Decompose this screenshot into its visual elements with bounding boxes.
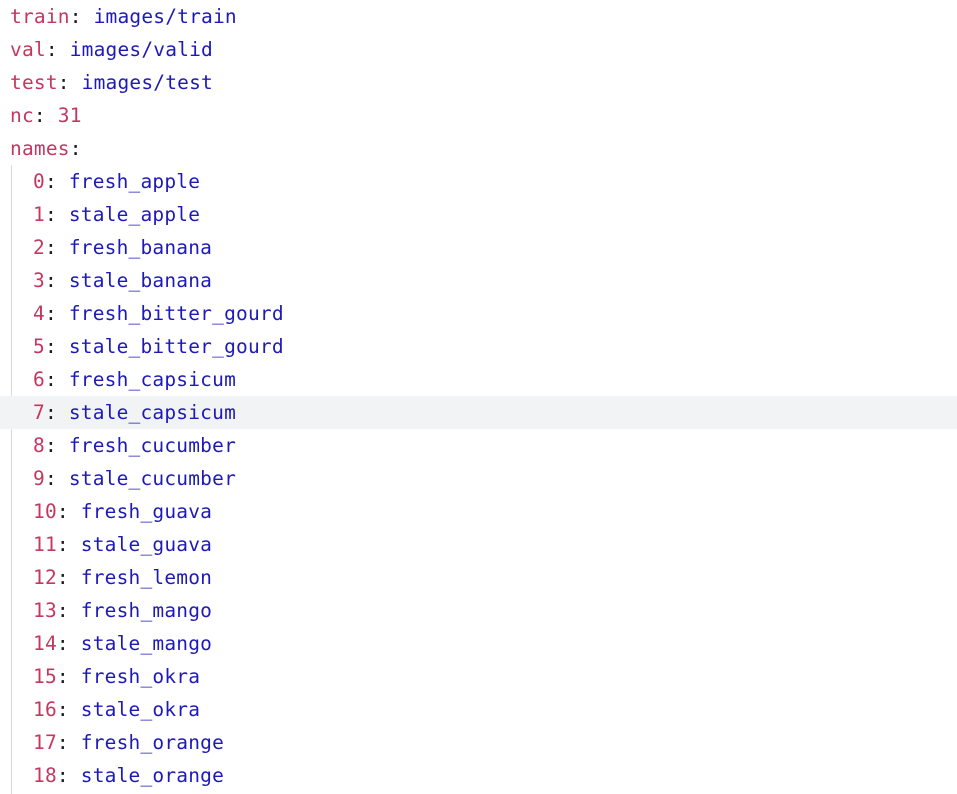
names-list-item[interactable]: 9: stale_cucumber	[0, 462, 957, 495]
names-list-item[interactable]: 13: fresh_mango	[0, 594, 957, 627]
yaml-line-train[interactable]: train: images/train	[0, 0, 957, 33]
item-name: fresh_guava	[80, 500, 213, 523]
yaml-value: images/valid	[69, 38, 213, 61]
yaml-line-names[interactable]: names:	[0, 132, 957, 165]
item-index: 16	[33, 698, 57, 721]
colon: :	[56, 533, 81, 556]
names-list-item[interactable]: 18: stale_orange	[0, 759, 957, 792]
colon: :	[56, 731, 81, 754]
item-index: 6	[33, 368, 45, 391]
names-list-item[interactable]: 6: fresh_capsicum	[0, 363, 957, 396]
item-name: fresh_okra	[80, 665, 201, 688]
colon: :	[44, 236, 69, 259]
yaml-key: train	[10, 5, 70, 28]
yaml-key: nc	[10, 104, 34, 127]
item-index: 14	[33, 632, 57, 655]
item-index: 11	[33, 533, 57, 556]
names-list-item[interactable]: 8: fresh_cucumber	[0, 429, 957, 462]
item-name: fresh_orange	[80, 731, 225, 754]
item-name: stale_bitter_gourd	[68, 335, 284, 358]
names-list-item[interactable]: 1: stale_apple	[0, 198, 957, 231]
item-name: stale_guava	[80, 533, 213, 556]
yaml-line-val[interactable]: val: images/valid	[0, 33, 957, 66]
names-list-item[interactable]: 14: stale_mango	[0, 627, 957, 660]
names-list-item[interactable]: 12: fresh_lemon	[0, 561, 957, 594]
names-list-item[interactable]: 10: fresh_guava	[0, 495, 957, 528]
colon: :	[56, 566, 81, 589]
colon: :	[44, 467, 69, 490]
colon: :	[44, 170, 69, 193]
names-list-item[interactable]: 5: stale_bitter_gourd	[0, 330, 957, 363]
colon: :	[56, 500, 81, 523]
colon: :	[44, 401, 69, 424]
colon: :	[69, 137, 82, 160]
item-index: 17	[33, 731, 57, 754]
names-list-item[interactable]: 16: stale_okra	[0, 693, 957, 726]
item-index: 1	[33, 203, 45, 226]
current-line[interactable]: 7: stale_capsicum	[0, 396, 957, 429]
item-index: 8	[33, 434, 45, 457]
colon: :	[56, 599, 81, 622]
names-list-item[interactable]: 11: stale_guava	[0, 528, 957, 561]
colon: :	[44, 335, 69, 358]
item-name: stale_capsicum	[68, 401, 237, 424]
names-list-item[interactable]: 15: fresh_okra	[0, 660, 957, 693]
item-index: 15	[33, 665, 57, 688]
item-name: fresh_cucumber	[68, 434, 237, 457]
item-name: fresh_apple	[68, 170, 201, 193]
item-name: stale_cucumber	[68, 467, 237, 490]
names-list-item[interactable]: 0: fresh_apple	[0, 165, 957, 198]
names-list-item[interactable]: 4: fresh_bitter_gourd	[0, 297, 957, 330]
yaml-value: images/train	[93, 5, 237, 28]
item-name: fresh_lemon	[80, 566, 213, 589]
colon: :	[56, 665, 81, 688]
yaml-line-test[interactable]: test: images/test	[0, 66, 957, 99]
yaml-key: names	[10, 137, 70, 160]
item-index: 5	[33, 335, 45, 358]
names-list-item[interactable]: 17: fresh_orange	[0, 726, 957, 759]
colon: :	[33, 104, 58, 127]
yaml-number-value: 31	[57, 104, 82, 127]
colon: :	[56, 698, 81, 721]
item-index: 4	[33, 302, 45, 325]
code-editor[interactable]: train: images/train val: images/valid te…	[0, 0, 957, 794]
names-list-item[interactable]: 3: stale_banana	[0, 264, 957, 297]
colon: :	[44, 368, 69, 391]
item-index: 3	[33, 269, 45, 292]
item-index: 9	[33, 467, 45, 490]
colon: :	[69, 5, 94, 28]
yaml-line-nc[interactable]: nc: 31	[0, 99, 957, 132]
yaml-key: test	[10, 71, 58, 94]
colon: :	[44, 434, 69, 457]
item-name: stale_banana	[68, 269, 213, 292]
colon: :	[44, 269, 69, 292]
colon: :	[44, 302, 69, 325]
item-index: 2	[33, 236, 45, 259]
item-name: stale_mango	[80, 632, 213, 655]
item-index: 18	[33, 764, 57, 787]
item-index: 10	[33, 500, 57, 523]
colon: :	[45, 38, 70, 61]
yaml-value: images/test	[81, 71, 213, 94]
item-name: stale_orange	[80, 764, 225, 787]
item-name: fresh_capsicum	[68, 368, 237, 391]
item-index: 13	[33, 599, 57, 622]
colon: :	[56, 764, 81, 787]
names-list-item[interactable]: 2: fresh_banana	[0, 231, 957, 264]
colon: :	[44, 203, 69, 226]
item-index: 7	[33, 401, 45, 424]
colon: :	[57, 71, 82, 94]
item-index: 12	[33, 566, 57, 589]
item-name: fresh_bitter_gourd	[68, 302, 284, 325]
item-name: stale_apple	[68, 203, 201, 226]
item-name: fresh_banana	[68, 236, 213, 259]
item-name: stale_okra	[80, 698, 201, 721]
yaml-key: val	[10, 38, 46, 61]
colon: :	[56, 632, 81, 655]
item-index: 0	[33, 170, 45, 193]
item-name: fresh_mango	[80, 599, 213, 622]
